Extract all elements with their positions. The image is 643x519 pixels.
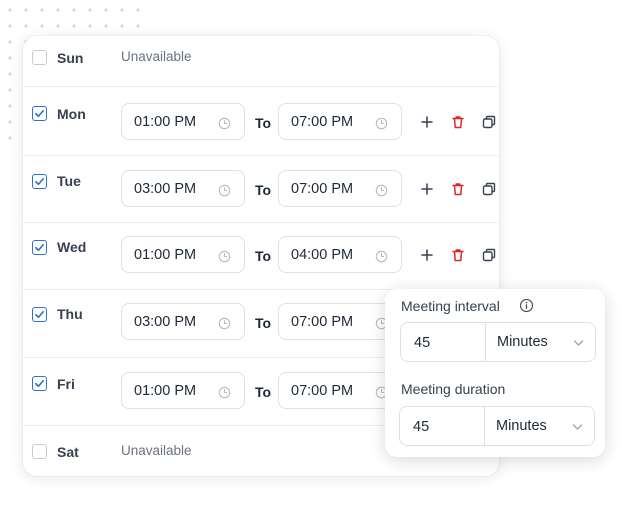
checkmark-icon — [35, 109, 44, 118]
trash-icon[interactable] — [450, 247, 466, 263]
clock-icon — [218, 184, 231, 197]
checkmark-icon — [35, 177, 44, 186]
day-checkbox-sat[interactable] — [32, 444, 47, 459]
copy-icon[interactable] — [481, 114, 497, 130]
meeting-interval-input[interactable]: 45 — [414, 335, 430, 351]
copy-icon[interactable] — [481, 247, 497, 263]
end-time-value: 07:00 PM — [291, 181, 354, 197]
end-time-input[interactable]: 07:00 PM — [278, 303, 402, 340]
start-time-value: 03:00 PM — [134, 181, 197, 197]
start-time-input[interactable]: 03:00 PM — [121, 170, 245, 207]
checkmark-icon — [35, 379, 44, 388]
meeting-duration-unit-select[interactable]: Minutes — [496, 418, 547, 434]
clock-icon — [375, 184, 388, 197]
meeting-interval-unit-select[interactable]: Minutes — [497, 334, 548, 350]
start-time-input[interactable]: 01:00 PM — [121, 103, 245, 140]
day-row-wed: Wed 01:00 PM To 04:00 PM — [23, 223, 499, 289]
clock-icon — [375, 250, 388, 263]
chevron-down-icon[interactable] — [572, 423, 583, 431]
checkmark-icon — [35, 310, 44, 319]
day-label: Sat — [57, 444, 79, 460]
day-checkbox-sun[interactable] — [32, 50, 47, 65]
unavailable-text: Unavailable — [121, 49, 192, 64]
start-time-value: 01:00 PM — [134, 247, 197, 263]
meeting-interval-label: Meeting interval — [401, 298, 500, 314]
meeting-interval-field: 45 Minutes — [400, 322, 596, 362]
field-divider — [484, 407, 485, 445]
end-time-input[interactable]: 07:00 PM — [278, 372, 402, 409]
end-time-value: 07:00 PM — [291, 383, 354, 399]
start-time-input[interactable]: 01:00 PM — [121, 236, 245, 273]
plus-icon[interactable] — [419, 114, 435, 130]
to-label: To — [255, 315, 272, 331]
clock-icon — [218, 386, 231, 399]
day-checkbox-fri[interactable] — [32, 376, 47, 391]
day-checkbox-thu[interactable] — [32, 307, 47, 322]
day-checkbox-wed[interactable] — [32, 240, 47, 255]
day-label: Wed — [57, 239, 87, 255]
day-row-sun: Sun Unavailable — [23, 36, 499, 86]
start-time-value: 03:00 PM — [134, 314, 197, 330]
trash-icon[interactable] — [450, 114, 466, 130]
meeting-settings-popover: Meeting interval 45 Minutes Meeting dura… — [385, 289, 605, 457]
to-label: To — [255, 115, 272, 131]
start-time-input[interactable]: 01:00 PM — [121, 372, 245, 409]
day-label: Thu — [57, 306, 83, 322]
end-time-input[interactable]: 07:00 PM — [278, 170, 402, 207]
day-checkbox-mon[interactable] — [32, 106, 47, 121]
to-label: To — [255, 384, 272, 400]
end-time-value: 07:00 PM — [291, 114, 354, 130]
clock-icon — [218, 117, 231, 130]
field-divider — [485, 323, 486, 361]
end-time-value: 07:00 PM — [291, 314, 354, 330]
end-time-value: 04:00 PM — [291, 247, 354, 263]
plus-icon[interactable] — [419, 181, 435, 197]
trash-icon[interactable] — [450, 181, 466, 197]
copy-icon[interactable] — [481, 181, 497, 197]
clock-icon — [218, 250, 231, 263]
chevron-down-icon[interactable] — [573, 339, 584, 347]
meeting-duration-label: Meeting duration — [401, 381, 506, 397]
day-row-tue: Tue 03:00 PM To 07:00 PM — [23, 156, 499, 222]
start-time-value: 01:00 PM — [134, 114, 197, 130]
end-time-input[interactable]: 04:00 PM — [278, 236, 402, 273]
to-label: To — [255, 182, 272, 198]
checkmark-icon — [35, 243, 44, 252]
meeting-duration-field: 45 Minutes — [399, 406, 595, 446]
to-label: To — [255, 248, 272, 264]
clock-icon — [218, 317, 231, 330]
start-time-value: 01:00 PM — [134, 383, 197, 399]
day-checkbox-tue[interactable] — [32, 174, 47, 189]
day-label: Fri — [57, 376, 75, 392]
unavailable-text: Unavailable — [121, 443, 192, 458]
meeting-duration-input[interactable]: 45 — [413, 419, 429, 435]
clock-icon — [375, 117, 388, 130]
day-row-mon: Mon 01:00 PM To 07:00 PM — [23, 87, 499, 155]
info-icon[interactable] — [519, 298, 534, 313]
day-label: Mon — [57, 106, 86, 122]
day-label: Tue — [57, 173, 81, 189]
end-time-input[interactable]: 07:00 PM — [278, 103, 402, 140]
plus-icon[interactable] — [419, 247, 435, 263]
start-time-input[interactable]: 03:00 PM — [121, 303, 245, 340]
day-label: Sun — [57, 50, 84, 66]
